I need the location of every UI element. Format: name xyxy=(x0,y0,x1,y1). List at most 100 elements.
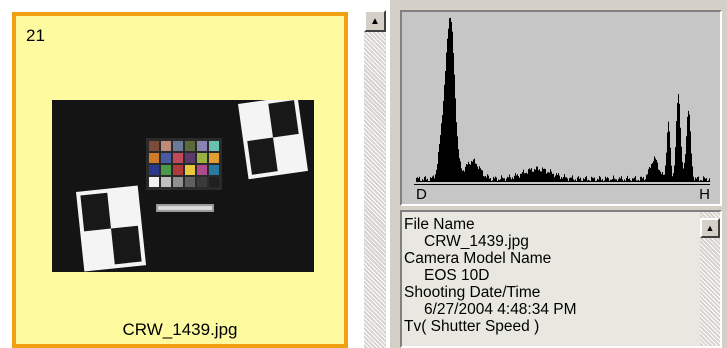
thumbnail-scrollbar[interactable]: ▲ xyxy=(364,10,386,348)
histogram-bar xyxy=(468,161,469,182)
histogram-bar xyxy=(482,170,483,182)
histogram-bar xyxy=(603,181,604,182)
histogram-bar xyxy=(636,180,637,182)
histogram-bar xyxy=(693,176,694,182)
histogram-bar xyxy=(660,171,661,182)
histogram-bar xyxy=(443,100,444,182)
histogram-bar xyxy=(464,171,465,182)
histogram-bar xyxy=(590,181,591,182)
histogram-bar xyxy=(591,176,592,182)
histogram-bar xyxy=(480,168,481,182)
histogram-bar xyxy=(597,178,598,182)
histogram-bar xyxy=(662,172,663,182)
histogram-bar xyxy=(507,176,508,182)
histogram-bar xyxy=(472,161,473,182)
histogram-bar xyxy=(561,177,562,182)
histogram-bar xyxy=(529,168,530,182)
histogram-bar xyxy=(452,31,453,182)
histogram-bar xyxy=(559,175,560,182)
histogram-bar xyxy=(577,177,578,182)
histogram-bar xyxy=(501,175,502,182)
histogram-bar xyxy=(670,147,671,182)
histogram-label-highlight: H xyxy=(699,186,710,203)
histogram-bar xyxy=(564,174,565,182)
histogram-bar xyxy=(492,180,493,182)
scroll-up-button[interactable]: ▲ xyxy=(364,10,386,32)
histogram-bar xyxy=(607,177,608,182)
info-value-camera-model: EOS 10D xyxy=(424,267,490,284)
histogram-bar xyxy=(470,164,471,182)
histogram-bar xyxy=(491,181,492,182)
histogram-bar xyxy=(694,180,695,182)
histogram-bar xyxy=(640,176,641,182)
histogram-bar xyxy=(418,178,419,182)
histogram-bar xyxy=(446,52,447,183)
histogram-bar xyxy=(481,169,482,182)
histogram-bar xyxy=(500,179,501,182)
image-info-box[interactable]: File Name CRW_1439.jpg Camera Model Name… xyxy=(400,210,722,348)
histogram-bar xyxy=(684,162,685,182)
histogram-bar xyxy=(495,176,496,182)
info-scroll-up-button[interactable]: ▲ xyxy=(700,218,720,238)
histogram-bar xyxy=(533,171,534,182)
histogram-bar xyxy=(431,178,432,182)
histogram-bar xyxy=(511,179,512,182)
thumbnail-card[interactable]: 21 CRW_1439.jpg xyxy=(12,12,348,348)
histogram-bar xyxy=(634,177,635,182)
histogram-bar xyxy=(624,179,625,182)
histogram-bar xyxy=(621,176,622,182)
histogram-bar xyxy=(612,179,613,182)
histogram-bar xyxy=(421,181,422,182)
histogram-bar xyxy=(614,178,615,182)
info-list: File Name CRW_1439.jpg Camera Model Name… xyxy=(404,216,684,335)
histogram-bar xyxy=(423,180,424,182)
histogram-bar xyxy=(510,177,511,182)
histogram-bar xyxy=(679,103,680,182)
histogram-bar xyxy=(661,174,662,182)
histogram-bar xyxy=(613,175,614,182)
histogram-bar xyxy=(703,176,704,182)
histogram-bar xyxy=(677,102,678,182)
histogram-bar xyxy=(666,152,667,182)
histogram-bar xyxy=(656,159,657,182)
histogram-bar xyxy=(424,176,425,182)
histogram-bar xyxy=(520,173,521,182)
histogram-bar xyxy=(476,164,477,182)
histogram-bar xyxy=(531,168,532,182)
histogram-bar xyxy=(604,180,605,182)
info-scrollbar[interactable]: ▲ xyxy=(700,212,720,346)
up-arrow-icon: ▲ xyxy=(370,15,380,27)
histogram-bar xyxy=(503,178,504,182)
histogram-bar xyxy=(522,172,523,182)
histogram-bar xyxy=(622,179,623,182)
histogram-bar xyxy=(648,169,649,182)
histogram-bar xyxy=(610,179,611,182)
histogram-bar xyxy=(527,173,528,182)
histogram-bar xyxy=(686,136,687,182)
histogram-bar xyxy=(471,161,472,182)
histogram-bar xyxy=(609,181,610,182)
histogram-bar xyxy=(516,175,517,182)
histogram-bar xyxy=(651,163,652,182)
histogram-bar xyxy=(678,94,679,182)
thumbnail-image[interactable] xyxy=(52,100,314,272)
histogram-bar xyxy=(616,179,617,182)
browser-window: 21 CRW_1439.jpg ▲ D H File Name CRW_1439… xyxy=(0,0,727,348)
histogram-bar xyxy=(427,178,428,182)
up-arrow-icon: ▲ xyxy=(705,223,715,233)
histogram-bar xyxy=(445,70,446,182)
histogram-bar xyxy=(628,179,629,182)
histogram-bar xyxy=(525,173,526,182)
histogram-bar xyxy=(532,171,533,182)
histogram-bar xyxy=(571,177,572,182)
histogram-bar xyxy=(568,181,569,182)
histogram-bar xyxy=(477,166,478,182)
histogram-bar xyxy=(690,131,691,182)
histogram-bar xyxy=(474,158,475,182)
histogram-bar xyxy=(485,175,486,182)
histogram-bar xyxy=(608,178,609,182)
histogram-bar xyxy=(708,180,709,182)
histogram-bar xyxy=(432,176,433,182)
histogram-bar xyxy=(449,18,450,182)
histogram-bar xyxy=(570,177,571,182)
